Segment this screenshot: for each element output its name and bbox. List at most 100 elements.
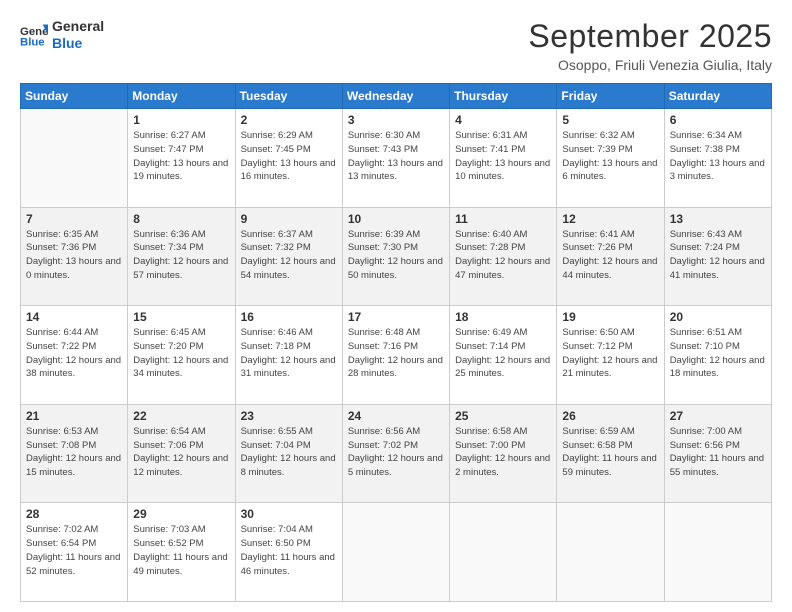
calendar-cell: 14Sunrise: 6:44 AMSunset: 7:22 PMDayligh… xyxy=(21,306,128,405)
calendar-cell: 7 Sunrise: 6:35 AMSunset: 7:36 PMDaylight… xyxy=(21,207,128,306)
day-number: 24 xyxy=(348,409,444,423)
calendar-cell: 16 Sunrise: 6:46 AMSunset: 7:18 PMDayligh… xyxy=(235,306,342,405)
day-number: 20 xyxy=(670,310,766,324)
day-number: 25 xyxy=(455,409,551,423)
day-detail: Sunrise: 6:56 AMSunset: 7:02 PMDaylight:… xyxy=(348,425,444,480)
day-detail: Sunrise: 6:40 AMSunset: 7:28 PMDaylight:… xyxy=(455,228,551,283)
weekday-header-thursday: Thursday xyxy=(450,84,557,109)
calendar-cell: 9 Sunrise: 6:37 AMSunset: 7:32 PMDaylight… xyxy=(235,207,342,306)
calendar-cell: 30 Sunrise: 7:04 AMSunset: 6:50 PMDayligh… xyxy=(235,503,342,602)
day-detail: Sunrise: 7:04 AMSunset: 6:50 PMDaylight:… xyxy=(241,523,337,578)
calendar-cell: 18Sunrise: 6:49 AMSunset: 7:14 PMDayligh… xyxy=(450,306,557,405)
day-detail: Sunrise: 6:55 AMSunset: 7:04 PMDaylight:… xyxy=(241,425,337,480)
day-detail: Sunrise: 6:29 AMSunset: 7:45 PMDaylight:… xyxy=(241,129,337,184)
day-detail: Sunrise: 7:03 AMSunset: 6:52 PMDaylight:… xyxy=(133,523,229,578)
day-detail: Sunrise: 6:41 AMSunset: 7:26 PMDaylight:… xyxy=(562,228,658,283)
day-number: 12 xyxy=(562,212,658,226)
day-number: 17 xyxy=(348,310,444,324)
weekday-header-wednesday: Wednesday xyxy=(342,84,449,109)
title-block: September 2025 Osoppo, Friuli Venezia Gi… xyxy=(528,18,772,73)
calendar-cell: 8Sunrise: 6:36 AMSunset: 7:34 PMDaylight… xyxy=(128,207,235,306)
weekday-header-row: SundayMondayTuesdayWednesdayThursdayFrid… xyxy=(21,84,772,109)
day-number: 15 xyxy=(133,310,229,324)
day-number: 19 xyxy=(562,310,658,324)
day-detail: Sunrise: 6:54 AMSunset: 7:06 PMDaylight:… xyxy=(133,425,229,480)
day-detail: Sunrise: 6:45 AMSunset: 7:20 PMDaylight:… xyxy=(133,326,229,381)
day-number: 16 xyxy=(241,310,337,324)
day-detail: Sunrise: 7:02 AMSunset: 6:54 PMDaylight:… xyxy=(26,523,122,578)
day-number: 7 xyxy=(26,212,122,226)
calendar-cell xyxy=(557,503,664,602)
svg-text:Blue: Blue xyxy=(20,36,45,48)
day-number: 10 xyxy=(348,212,444,226)
day-number: 18 xyxy=(455,310,551,324)
calendar-cell: 11 Sunrise: 6:40 AMSunset: 7:28 PMDayligh… xyxy=(450,207,557,306)
calendar-cell: 15 Sunrise: 6:45 AMSunset: 7:20 PMDayligh… xyxy=(128,306,235,405)
calendar-cell: 17 Sunrise: 6:48 AMSunset: 7:16 PMDayligh… xyxy=(342,306,449,405)
calendar-cell: 27 Sunrise: 7:00 AMSunset: 6:56 PMDayligh… xyxy=(664,404,771,503)
calendar-cell: 28Sunrise: 7:02 AMSunset: 6:54 PMDayligh… xyxy=(21,503,128,602)
day-detail: Sunrise: 6:46 AMSunset: 7:18 PMDaylight:… xyxy=(241,326,337,381)
calendar-cell: 3 Sunrise: 6:30 AMSunset: 7:43 PMDaylight… xyxy=(342,109,449,208)
calendar-cell: 22 Sunrise: 6:54 AMSunset: 7:06 PMDayligh… xyxy=(128,404,235,503)
calendar-cell xyxy=(21,109,128,208)
day-detail: Sunrise: 6:44 AMSunset: 7:22 PMDaylight:… xyxy=(26,326,122,381)
month-title: September 2025 xyxy=(528,18,772,55)
day-number: 23 xyxy=(241,409,337,423)
calendar-cell xyxy=(450,503,557,602)
day-detail: Sunrise: 6:34 AMSunset: 7:38 PMDaylight:… xyxy=(670,129,766,184)
day-detail: Sunrise: 6:35 AMSunset: 7:36 PMDaylight:… xyxy=(26,228,122,283)
location-title: Osoppo, Friuli Venezia Giulia, Italy xyxy=(528,57,772,73)
day-detail: Sunrise: 6:50 AMSunset: 7:12 PMDaylight:… xyxy=(562,326,658,381)
calendar-cell: 6 Sunrise: 6:34 AMSunset: 7:38 PMDaylight… xyxy=(664,109,771,208)
calendar-table: SundayMondayTuesdayWednesdayThursdayFrid… xyxy=(20,83,772,602)
day-number: 30 xyxy=(241,507,337,521)
day-number: 4 xyxy=(455,113,551,127)
day-detail: Sunrise: 6:59 AMSunset: 6:58 PMDaylight:… xyxy=(562,425,658,480)
day-detail: Sunrise: 6:58 AMSunset: 7:00 PMDaylight:… xyxy=(455,425,551,480)
day-number: 8 xyxy=(133,212,229,226)
weekday-header-sunday: Sunday xyxy=(21,84,128,109)
calendar-cell xyxy=(342,503,449,602)
calendar-cell: 12 Sunrise: 6:41 AMSunset: 7:26 PMDayligh… xyxy=(557,207,664,306)
day-number: 6 xyxy=(670,113,766,127)
day-number: 5 xyxy=(562,113,658,127)
day-number: 2 xyxy=(241,113,337,127)
day-number: 3 xyxy=(348,113,444,127)
logo-blue: Blue xyxy=(52,35,104,52)
calendar-week-2: 7 Sunrise: 6:35 AMSunset: 7:36 PMDaylight… xyxy=(21,207,772,306)
calendar-cell: 1Sunrise: 6:27 AMSunset: 7:47 PMDaylight… xyxy=(128,109,235,208)
calendar-week-3: 14Sunrise: 6:44 AMSunset: 7:22 PMDayligh… xyxy=(21,306,772,405)
calendar-cell: 20 Sunrise: 6:51 AMSunset: 7:10 PMDayligh… xyxy=(664,306,771,405)
calendar-cell: 4 Sunrise: 6:31 AMSunset: 7:41 PMDaylight… xyxy=(450,109,557,208)
day-detail: Sunrise: 6:32 AMSunset: 7:39 PMDaylight:… xyxy=(562,129,658,184)
calendar-cell: 5 Sunrise: 6:32 AMSunset: 7:39 PMDaylight… xyxy=(557,109,664,208)
day-detail: Sunrise: 6:39 AMSunset: 7:30 PMDaylight:… xyxy=(348,228,444,283)
day-detail: Sunrise: 6:53 AMSunset: 7:08 PMDaylight:… xyxy=(26,425,122,480)
calendar-week-4: 21 Sunrise: 6:53 AMSunset: 7:08 PMDayligh… xyxy=(21,404,772,503)
day-number: 11 xyxy=(455,212,551,226)
calendar-cell: 23 Sunrise: 6:55 AMSunset: 7:04 PMDayligh… xyxy=(235,404,342,503)
calendar-cell: 24 Sunrise: 6:56 AMSunset: 7:02 PMDayligh… xyxy=(342,404,449,503)
calendar-cell: 2 Sunrise: 6:29 AMSunset: 7:45 PMDaylight… xyxy=(235,109,342,208)
day-number: 9 xyxy=(241,212,337,226)
day-number: 22 xyxy=(133,409,229,423)
day-number: 26 xyxy=(562,409,658,423)
day-detail: Sunrise: 7:00 AMSunset: 6:56 PMDaylight:… xyxy=(670,425,766,480)
calendar-cell: 26 Sunrise: 6:59 AMSunset: 6:58 PMDayligh… xyxy=(557,404,664,503)
calendar-cell xyxy=(664,503,771,602)
weekday-header-tuesday: Tuesday xyxy=(235,84,342,109)
day-detail: Sunrise: 6:30 AMSunset: 7:43 PMDaylight:… xyxy=(348,129,444,184)
day-detail: Sunrise: 6:37 AMSunset: 7:32 PMDaylight:… xyxy=(241,228,337,283)
day-detail: Sunrise: 6:43 AMSunset: 7:24 PMDaylight:… xyxy=(670,228,766,283)
day-number: 27 xyxy=(670,409,766,423)
logo: General Blue General Blue xyxy=(20,18,104,52)
calendar-cell: 10 Sunrise: 6:39 AMSunset: 7:30 PMDayligh… xyxy=(342,207,449,306)
calendar-week-1: 1Sunrise: 6:27 AMSunset: 7:47 PMDaylight… xyxy=(21,109,772,208)
day-detail: Sunrise: 6:31 AMSunset: 7:41 PMDaylight:… xyxy=(455,129,551,184)
day-number: 21 xyxy=(26,409,122,423)
day-number: 13 xyxy=(670,212,766,226)
day-detail: Sunrise: 6:51 AMSunset: 7:10 PMDaylight:… xyxy=(670,326,766,381)
calendar-cell: 19 Sunrise: 6:50 AMSunset: 7:12 PMDayligh… xyxy=(557,306,664,405)
day-detail: Sunrise: 6:48 AMSunset: 7:16 PMDaylight:… xyxy=(348,326,444,381)
